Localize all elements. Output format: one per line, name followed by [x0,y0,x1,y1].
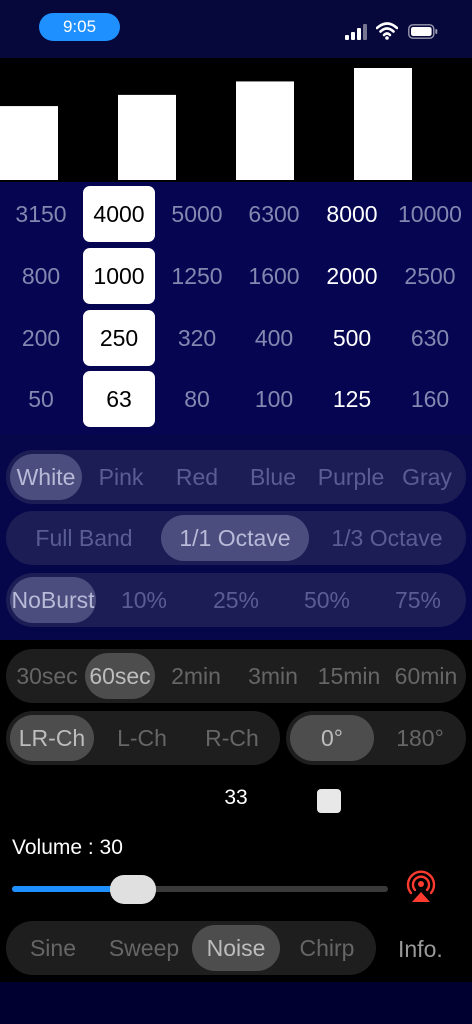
noise-color-pink[interactable]: Pink [84,454,158,500]
channel-right[interactable]: R-Ch [188,715,276,761]
channel-selector: LR-Ch L-Ch R-Ch [6,711,280,765]
channel-left[interactable]: L-Ch [98,715,186,761]
frequency-cell[interactable]: 250 [83,310,155,366]
frequency-cell[interactable]: 4000 [83,186,155,242]
band-octave[interactable]: 1/1 Octave [161,515,309,561]
status-time: 9:05 [39,13,120,41]
frequency-cell[interactable]: 125 [316,371,388,427]
noise-color-white[interactable]: White [10,454,82,500]
frequency-cell[interactable]: 8000 [316,186,388,242]
level-bar [0,106,58,180]
level-bar [354,68,412,180]
burst-none[interactable]: NoBurst [10,577,96,623]
burst-25[interactable]: 25% [192,577,280,623]
option-checkbox[interactable] [317,789,341,813]
frequency-cell[interactable]: 500 [316,310,388,366]
level-bar [118,94,176,180]
duration-3min[interactable]: 3min [235,653,311,699]
frequency-cell[interactable]: 100 [238,371,310,427]
band-third-octave[interactable]: 1/3 Octave [312,515,462,561]
frequency-cell[interactable]: 630 [394,310,466,366]
duration-60min[interactable]: 60min [388,653,464,699]
frequency-cell[interactable]: 2500 [394,248,466,304]
duration-2min[interactable]: 2min [158,653,234,699]
bottom-strip [0,982,472,1024]
phase-180[interactable]: 180° [378,715,462,761]
mode-noise[interactable]: Noise [192,925,280,971]
battery-icon [408,24,438,39]
phase-0[interactable]: 0° [290,715,374,761]
frequency-grid: 3150 4000 5000 6300 8000 10000 800 1000 1250 1600… [0,182,472,434]
duration-15min[interactable]: 15min [311,653,387,699]
frequency-cell[interactable]: 5000 [161,186,233,242]
mode-selector: Sine Sweep Noise Chirp [6,921,376,975]
noise-color-red[interactable]: Red [160,454,234,500]
channel-lr[interactable]: LR-Ch [10,715,94,761]
frequency-cell[interactable]: 10000 [394,186,466,242]
duration-selector: 30sec 60sec 2min 3min 15min 60min [6,649,466,703]
counter-value: 33 [224,786,248,809]
frequency-cell[interactable]: 1600 [238,248,310,304]
frequency-cell[interactable]: 160 [394,371,466,427]
frequency-cell[interactable]: 200 [5,310,77,366]
burst-50[interactable]: 50% [282,577,372,623]
noise-color-selector: White Pink Red Blue Purple Gray [6,450,466,504]
volume-label: Volume : 30 [12,836,123,859]
burst-10[interactable]: 10% [100,577,188,623]
mode-chirp[interactable]: Chirp [282,925,372,971]
frequency-cell[interactable]: 80 [161,371,233,427]
wifi-icon [376,22,398,40]
band-selector: Full Band 1/1 Octave 1/3 Octave [6,511,466,565]
frequency-cell[interactable]: 1000 [83,248,155,304]
cellular-signal-icon [345,24,367,40]
noise-color-purple[interactable]: Purple [312,454,390,500]
frequency-cell[interactable]: 3150 [5,186,77,242]
frequency-cell[interactable]: 6300 [238,186,310,242]
duration-60sec[interactable]: 60sec [85,653,155,699]
duration-30sec[interactable]: 30sec [10,653,84,699]
frequency-cell[interactable]: 400 [238,310,310,366]
burst-75[interactable]: 75% [374,577,462,623]
mode-sine[interactable]: Sine [10,925,96,971]
noise-settings-panel: White Pink Red Blue Purple Gray Full Ban… [0,434,472,640]
airplay-icon[interactable] [404,869,438,903]
burst-selector: NoBurst 10% 25% 50% 75% [6,573,466,627]
frequency-cell[interactable]: 63 [83,371,155,427]
frequency-cell[interactable]: 50 [5,371,77,427]
frequency-cell[interactable]: 2000 [316,248,388,304]
frequency-cell[interactable]: 320 [161,310,233,366]
noise-color-gray[interactable]: Gray [392,454,462,500]
frequency-cell[interactable]: 1250 [161,248,233,304]
volume-slider-thumb[interactable] [110,875,156,904]
level-bar [236,81,294,180]
band-full[interactable]: Full Band [10,515,158,561]
info-button[interactable]: Info. [398,930,448,968]
noise-color-blue[interactable]: Blue [236,454,310,500]
frequency-cell[interactable]: 800 [5,248,77,304]
phase-selector: 0° 180° [286,711,466,765]
level-bar-chart [0,58,472,182]
mode-sweep[interactable]: Sweep [98,925,190,971]
